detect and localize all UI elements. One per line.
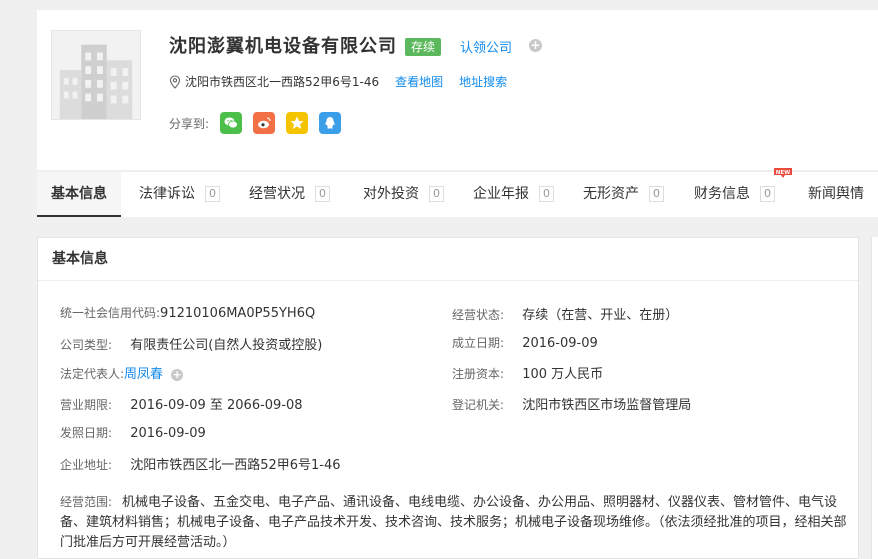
tab-finance[interactable]: 财务信息 0: [694, 172, 775, 217]
info-value: 2016-09-09 至 2066-09-08: [130, 398, 303, 413]
info-row: 经营状态: 存续（在营、开业、在册）: [452, 304, 678, 323]
info-label: 成立日期:: [452, 336, 505, 350]
info-row: 营业期限: 2016-09-09 至 2066-09-08: [60, 394, 303, 413]
tab-count: 0: [429, 186, 444, 202]
info-row: 法定代表人:周凤春 +: [60, 363, 184, 382]
info-label: 经营状态:: [452, 308, 505, 322]
legal-rep-link[interactable]: 周凤春: [124, 367, 163, 382]
share-row: 分享到:: [169, 112, 342, 134]
info-row: 统一社会信用代码:91210106MA0P55YH6Q: [60, 304, 315, 321]
new-badge-icon: NEW: [774, 168, 792, 178]
info-value: 沈阳市铁西区北一西路52甲6号1-46: [130, 458, 341, 473]
info-value: 91210106MA0P55YH6Q: [160, 306, 316, 321]
tab-label: 无形资产: [583, 186, 639, 202]
tab-intangible[interactable]: 无形资产 0: [583, 172, 664, 217]
tab-count: 0: [760, 186, 775, 202]
info-row: 公司类型: 有限责任公司(自然人投资或控股): [60, 334, 322, 353]
basic-info-panel: 基本信息 统一社会信用代码:91210106MA0P55YH6Q 公司类型: 有…: [37, 237, 859, 559]
info-label: 登记机关:: [452, 398, 505, 412]
info-row: 发照日期: 2016-09-09: [60, 424, 206, 441]
info-row: 企业地址: 沈阳市铁西区北一西路52甲6号1-46: [60, 454, 341, 473]
address-search-link[interactable]: 地址搜索: [459, 73, 507, 90]
tab-operation[interactable]: 经营状况 0: [249, 172, 330, 217]
tab-basic-info[interactable]: 基本信息: [37, 172, 121, 217]
info-row: 注册资本: 100 万人民币: [452, 363, 603, 382]
info-row: 成立日期: 2016-09-09: [452, 334, 598, 351]
new-badge-text: NEW: [776, 170, 790, 176]
info-label: 统一社会信用代码:: [60, 306, 161, 320]
tab-count: 0: [649, 186, 664, 202]
tab-label: 新闻舆情: [808, 186, 864, 202]
wechat-share-button[interactable]: [220, 112, 243, 134]
info-label: 营业期限:: [60, 398, 113, 412]
info-label: 法定代表人:: [60, 367, 125, 381]
tab-label: 对外投资: [363, 186, 419, 202]
info-value: 2016-09-09: [130, 426, 206, 441]
plus-circle-icon[interactable]: +: [171, 368, 184, 381]
company-header-card: 沈阳澎翼机电设备有限公司 存续 认领公司 + 沈阳市铁西区北一西路52甲6号1-…: [37, 10, 878, 170]
weibo-icon: [258, 117, 271, 129]
weibo-share-button[interactable]: [253, 112, 276, 134]
right-side-panel-edge: [871, 237, 878, 559]
info-row: 登记机关: 沈阳市铁西区市场监督管理局: [452, 394, 691, 413]
tab-label: 法律诉讼: [139, 186, 195, 202]
company-logo: [51, 30, 141, 120]
tab-annual-report[interactable]: 企业年报 0: [473, 172, 554, 217]
wechat-icon: [224, 117, 238, 129]
view-map-link[interactable]: 查看地图: [395, 73, 443, 90]
status-badge: 存续: [405, 38, 442, 56]
tab-count: 0: [315, 186, 330, 202]
tab-count: 0: [539, 186, 554, 202]
tab-label: 企业年报: [473, 186, 529, 202]
tab-label: 财务信息: [694, 186, 750, 202]
qq-share-button[interactable]: [319, 112, 342, 134]
scope-label: 经营范围:: [60, 495, 113, 509]
tab-count: 0: [205, 186, 220, 202]
tab-legal[interactable]: 法律诉讼 0: [139, 172, 220, 217]
info-value: 有限责任公司(自然人投资或控股): [130, 338, 323, 353]
qzone-icon: [290, 116, 304, 129]
tab-news[interactable]: 新闻舆情: [808, 172, 864, 217]
tab-investment[interactable]: 对外投资 0: [363, 172, 444, 217]
plus-circle-icon[interactable]: +: [529, 39, 542, 52]
claim-company-link[interactable]: 认领公司: [460, 37, 512, 56]
info-label: 发照日期:: [60, 426, 113, 440]
tab-bar: 基本信息 法律诉讼 0 经营状况 0 对外投资 0 企业年报 0 无形资产 0 财务信息 0…: [37, 168, 878, 217]
panel-title: 基本信息: [38, 238, 858, 281]
building-icon: [52, 31, 140, 119]
company-address: 沈阳市铁西区北一西路52甲6号1-46: [185, 75, 380, 89]
info-value: 沈阳市铁西区市场监督管理局: [522, 398, 692, 413]
company-name: 沈阳澎翼机电设备有限公司: [169, 36, 397, 57]
info-label: 企业地址:: [60, 458, 113, 472]
info-label: 注册资本:: [452, 367, 505, 381]
scope-value: 机械电子设备、五金交电、电子产品、通讯设备、电线电缆、办公设备、办公用品、照明器…: [60, 495, 847, 550]
tab-label: 经营状况: [249, 186, 305, 202]
info-value: 存续（在营、开业、在册）: [522, 308, 679, 323]
business-scope: 经营范围: 机械电子设备、五金交电、电子产品、通讯设备、电线电缆、办公设备、办公用…: [60, 492, 850, 553]
share-label: 分享到:: [169, 116, 210, 131]
location-pin-icon: [169, 74, 181, 89]
info-value: 100 万人民币: [522, 367, 604, 382]
qzone-share-button[interactable]: [286, 112, 309, 134]
info-label: 公司类型:: [60, 338, 113, 352]
qq-icon: [325, 117, 335, 129]
info-value: 2016-09-09: [522, 336, 598, 351]
address-row: 沈阳市铁西区北一西路52甲6号1-46 查看地图 地址搜索: [169, 73, 507, 90]
tab-label: 基本信息: [51, 186, 107, 202]
